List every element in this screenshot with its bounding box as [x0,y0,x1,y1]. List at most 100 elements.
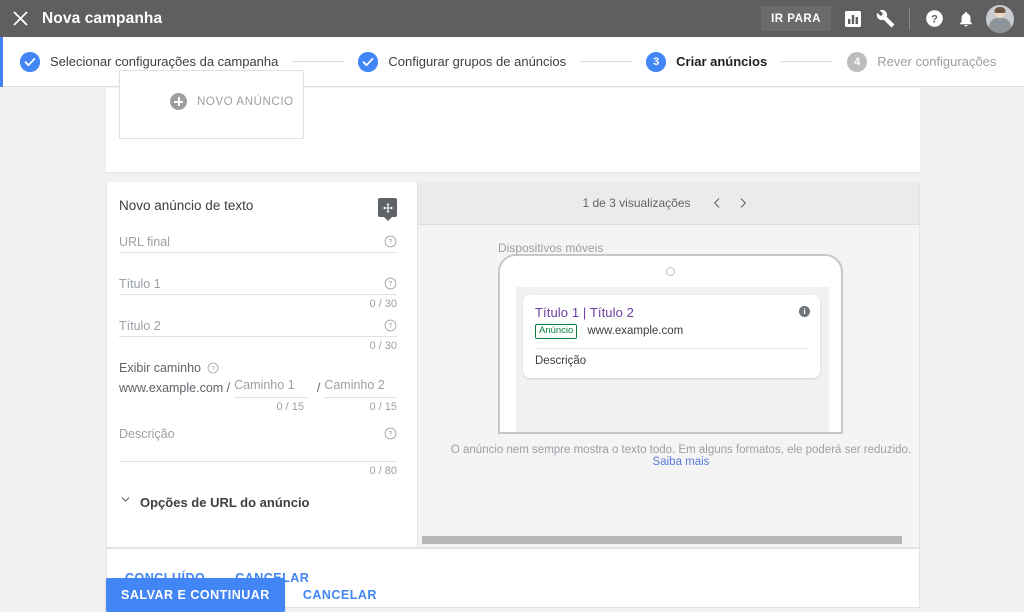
move-arrows-icon[interactable] [378,198,397,217]
display-path-group: Exibir caminho ? www.example.com / / [119,361,397,413]
svg-text:?: ? [211,365,215,372]
form-header: Novo anúncio de texto [119,198,397,217]
new-ad-tile-inner: NOVO ANÚNCIO [120,71,303,110]
field-url-final-line: ? [119,235,397,253]
chevron-left-icon[interactable] [705,191,729,215]
page-title: Nova campanha [42,9,163,27]
step-1-badge [20,51,40,72]
ad-preview-url-row: Anúncio www.example.com [535,324,808,339]
info-icon[interactable] [799,306,810,317]
phone-camera-dot [666,267,675,276]
ad-badge: Anúncio [535,324,578,339]
ad-preview-description: Descrição [535,355,587,367]
ads-list-card: NOVO ANÚNCIO [106,70,920,173]
step-3[interactable]: 3 Criar anúncios [646,51,768,72]
chevron-right-icon[interactable] [731,191,755,215]
bar-chart-icon[interactable] [837,0,869,37]
path-segment-1[interactable] [234,376,307,398]
path-slash: / [316,381,321,395]
go-to-button[interactable]: IR PARA [761,6,831,31]
field-title-1: ? 0 / 30 [119,277,397,310]
path-1-counter: 0 / 15 [276,401,304,413]
ad-preview-pane: 1 de 3 visualizações Dispositivos móveis… [418,182,919,547]
save-and-continue-button[interactable]: SALVAR E CONTINUAR [106,578,285,612]
avatar-body [989,17,1011,33]
display-path-row: www.example.com / / [119,376,397,398]
title-1-input[interactable] [119,277,359,291]
help-circle-outline-icon[interactable]: ? [384,235,397,248]
step-connector-2 [580,61,633,62]
work-area: NOVO ANÚNCIO Novo anúncio de texto ? [0,70,1024,612]
svg-text:?: ? [931,13,938,25]
avatar[interactable] [986,4,1014,33]
plus-circle-icon [170,93,187,110]
preview-note-text: O anúncio nem sempre mostra o texto todo… [450,444,912,456]
new-ad-label: NOVO ANÚNCIO [197,95,294,108]
ad-editor-card: Novo anúncio de texto ? [106,182,920,548]
topbar-divider [909,7,910,30]
title-1-counter: 0 / 30 [369,298,397,310]
help-circle-outline-icon[interactable]: ? [207,362,219,374]
title-2-input[interactable] [119,319,359,333]
step-4-badge: 4 [847,51,868,72]
phone-frame: Título 1 | Título 2 Anúncio www.example.… [498,254,843,434]
field-title-2: ? 0 / 30 [119,319,397,352]
help-circle-outline-icon[interactable]: ? [384,277,397,290]
ad-form-pane: Novo anúncio de texto ? [107,182,418,547]
preview-hscroll-thumb[interactable] [422,536,902,544]
ad-url-options-toggle[interactable]: Opções de URL do anúncio [119,493,397,511]
description-counter: 0 / 80 [369,465,397,477]
url-final-input[interactable] [119,235,359,249]
step-4-label: Rever configurações [877,54,997,69]
bell-icon[interactable] [950,0,982,37]
preview-count-label: 1 de 3 visualizações [582,196,691,210]
help-circle-icon[interactable]: ? [918,0,950,37]
preview-note: O anúncio nem sempre mostra o texto todo… [446,444,916,468]
svg-text:?: ? [389,281,393,288]
step-3-label: Criar anúncios [676,54,768,69]
new-ad-tile[interactable]: NOVO ANÚNCIO [119,70,304,139]
display-path-label: Exibir caminho [119,361,201,375]
path-segment-2[interactable] [324,376,397,398]
step-1-label: Selecionar configurações da campanha [50,54,279,69]
description-input[interactable] [119,427,359,441]
step-2-badge [358,51,379,72]
phone-screen: Título 1 | Título 2 Anúncio www.example.… [516,287,829,432]
field-url-final: ? [119,235,397,253]
cancel-button[interactable]: CANCELAR [299,582,381,608]
help-circle-outline-icon[interactable]: ? [384,319,397,332]
path-2-counter: 0 / 15 [369,401,397,413]
ad-preview-title: Título 1 | Título 2 [535,305,634,320]
preview-header: 1 de 3 visualizações [418,182,919,225]
step-connector-3 [781,61,834,62]
path-1-input[interactable] [234,378,307,392]
step-4[interactable]: 4 Rever configurações [847,51,997,72]
ad-preview-card: Título 1 | Título 2 Anúncio www.example.… [523,295,820,378]
avatar-hair [994,6,1006,13]
bottom-action-bar: SALVAR E CONTINUAR CANCELAR [106,578,381,612]
display-path-label-row: Exibir caminho ? [119,361,397,375]
close-icon[interactable] [0,0,40,37]
step-connector-1 [292,61,345,62]
chevron-down-icon [119,493,132,511]
field-title-2-line: ? [119,319,397,337]
svg-text:?: ? [389,431,393,438]
form-title: Novo anúncio de texto [119,198,254,213]
preview-hscroll-track[interactable] [418,534,919,547]
device-type-label: Dispositivos móveis [498,241,604,255]
ad-separator [535,348,808,349]
step-1[interactable]: Selecionar configurações da campanha [20,51,279,72]
help-circle-outline-icon[interactable]: ? [384,427,397,440]
step-2[interactable]: Configurar grupos de anúncios [358,51,566,72]
wrench-icon[interactable] [869,0,901,37]
learn-more-link[interactable]: Saiba mais [653,456,710,468]
path-2-input[interactable] [324,378,397,392]
top-app-bar: Nova campanha IR PARA ? [0,0,1024,37]
display-path-domain: www.example.com / [119,381,231,395]
ad-preview-url: www.example.com [587,325,684,338]
step-3-badge: 3 [646,51,667,72]
